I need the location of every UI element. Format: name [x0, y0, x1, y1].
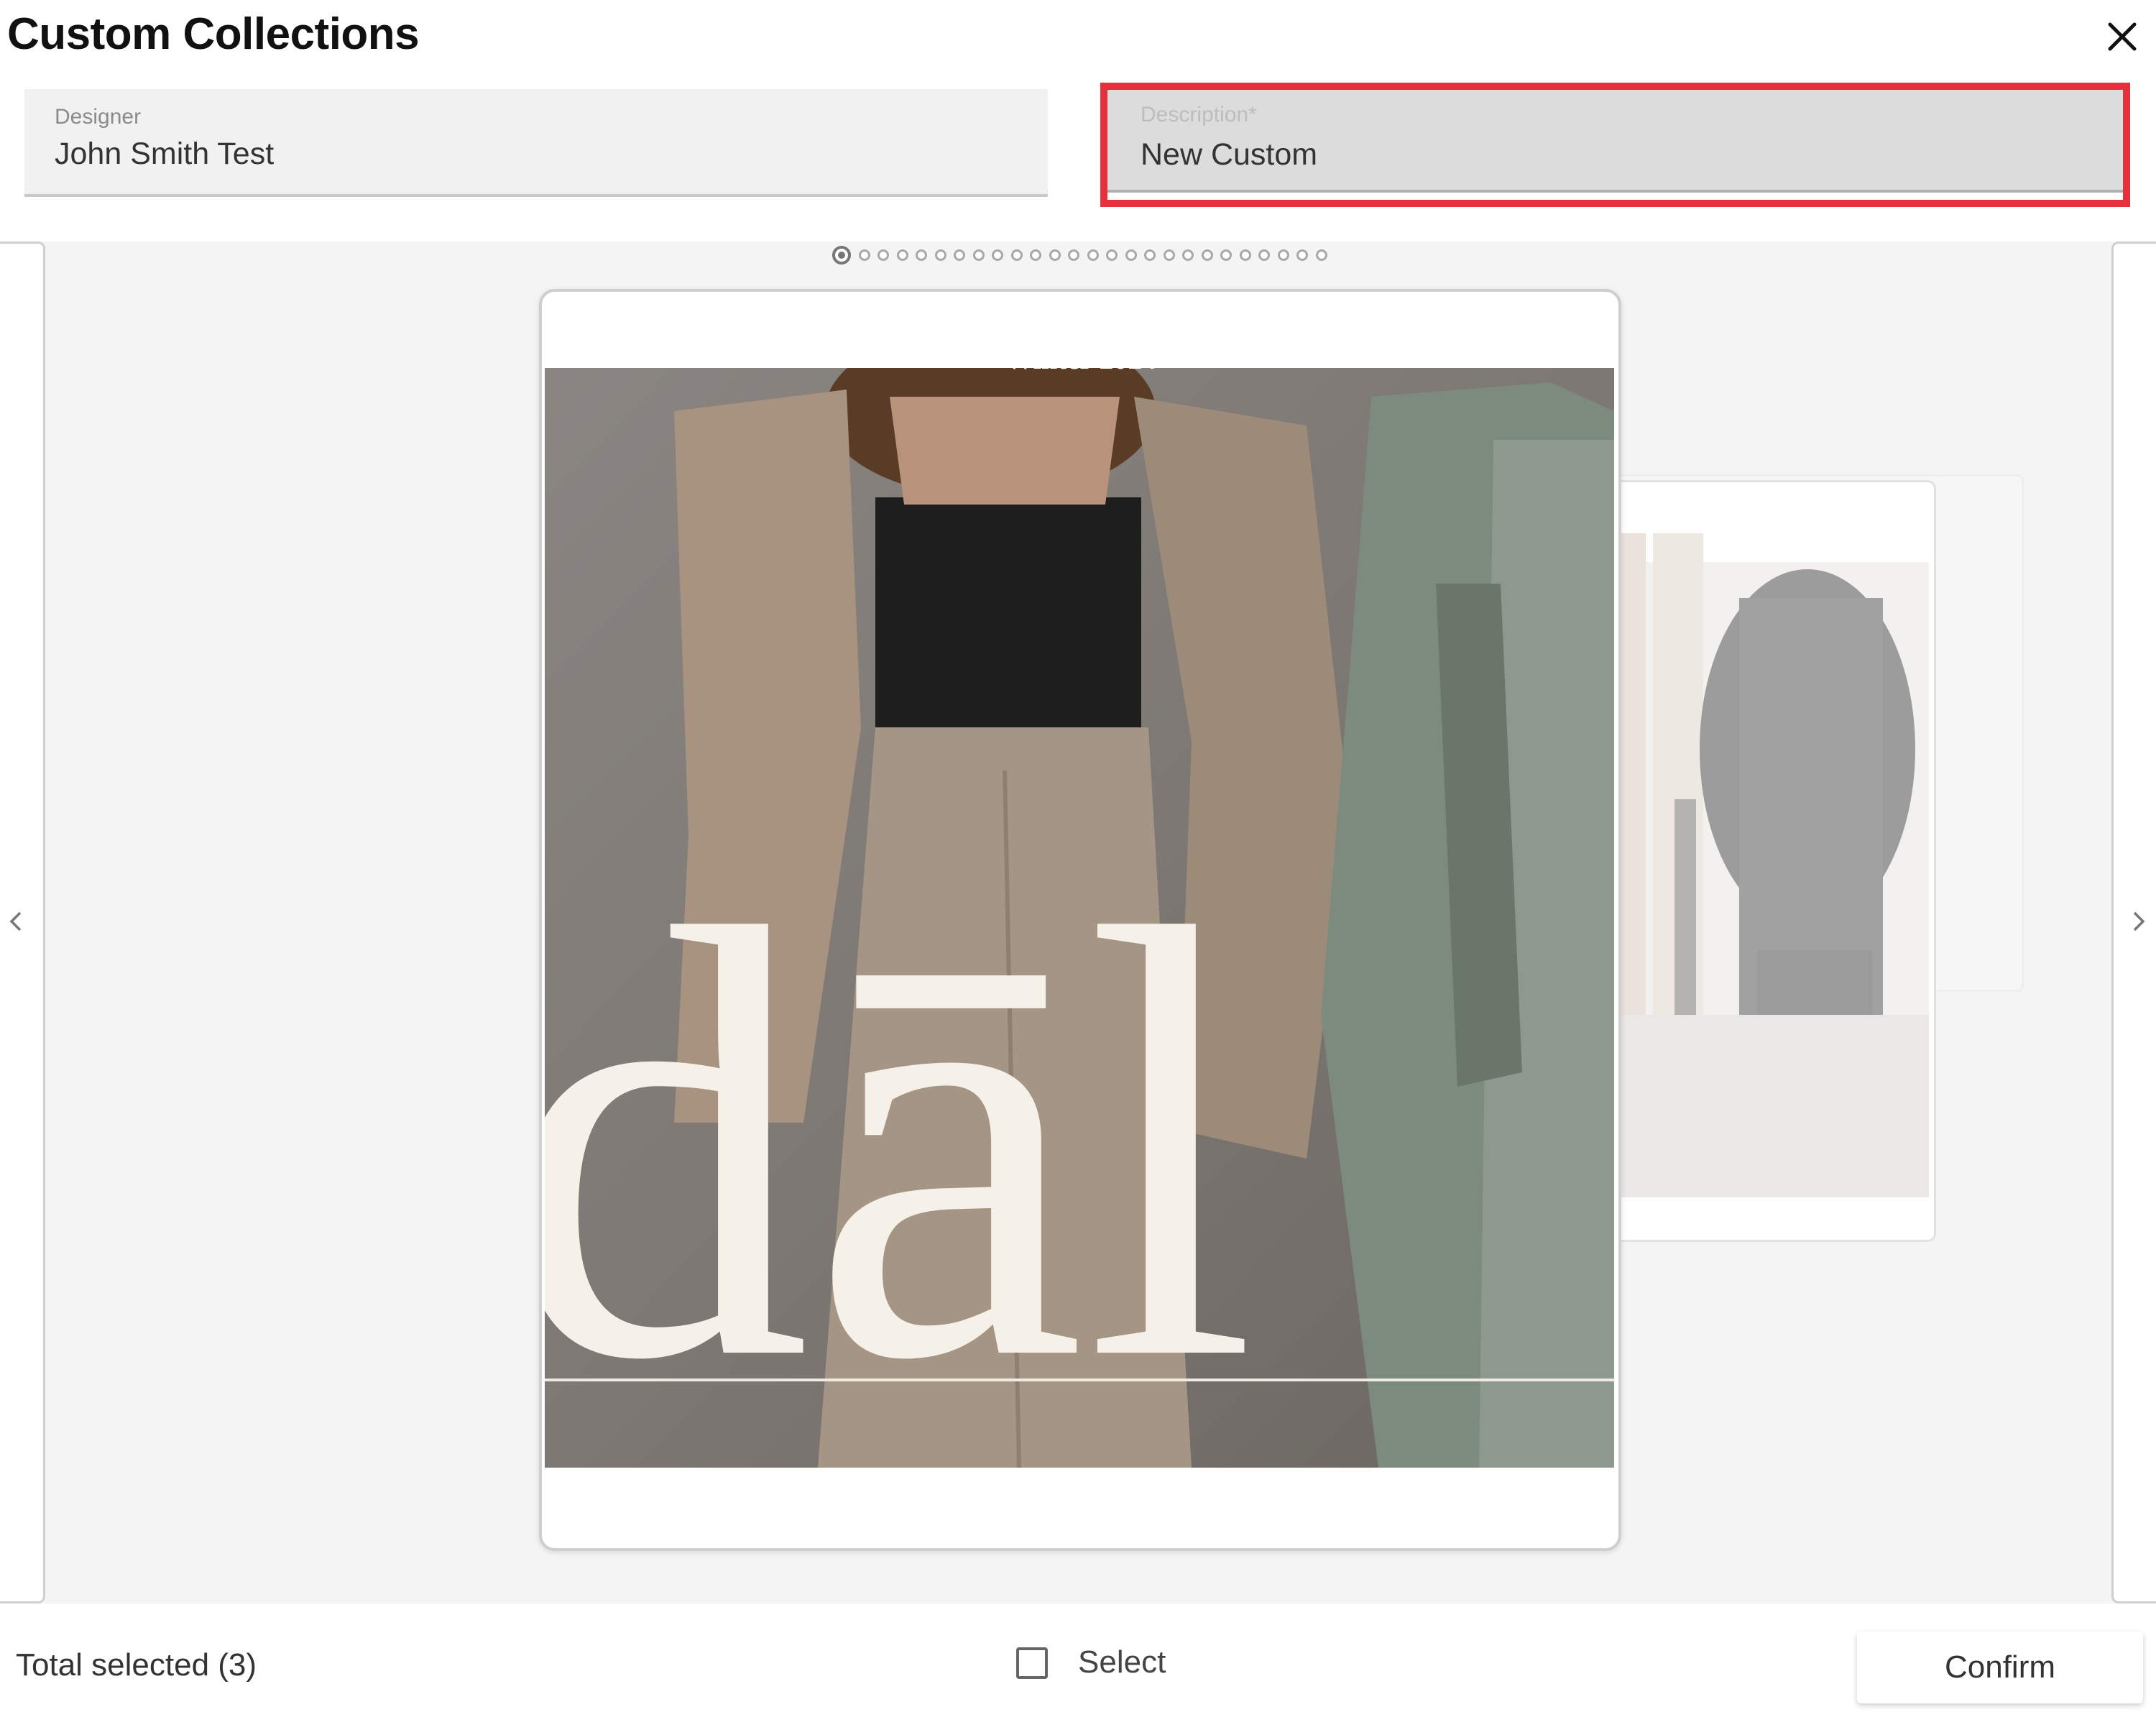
designer-label: Designer [55, 105, 142, 129]
carousel-dot[interactable] [1144, 249, 1156, 261]
carousel-dot[interactable] [1010, 249, 1023, 261]
collection-caption: Winter 2024 [1005, 343, 1157, 375]
select-checkbox[interactable] [1016, 1647, 1048, 1679]
carousel-dot[interactable] [1315, 249, 1327, 261]
carousel-dot[interactable] [1220, 249, 1232, 261]
close-icon [2108, 22, 2137, 51]
carousel-dot[interactable] [877, 249, 889, 261]
close-button[interactable] [2104, 19, 2140, 55]
previous-button[interactable] [1, 900, 30, 943]
carousel-dot[interactable] [1182, 249, 1194, 261]
carousel-pagination [832, 244, 1335, 266]
chevron-left-icon [9, 911, 22, 931]
designer-field[interactable]: Designer John Smith Test [24, 89, 1048, 197]
next-collection-image [1588, 512, 1929, 1197]
total-selected-label: Total selected (3) [16, 1647, 257, 1683]
carousel-dot[interactable] [972, 249, 985, 261]
dialog-title: Custom Collections [7, 9, 420, 59]
carousel-dot[interactable] [1125, 249, 1137, 261]
confirm-button[interactable]: Confirm [1857, 1632, 2143, 1703]
svg-text:dāl: dāl [545, 803, 1257, 1468]
collection-cover-image: dāl [545, 368, 1614, 1468]
carousel-dot[interactable] [1087, 249, 1099, 261]
next-button[interactable] [2124, 900, 2153, 943]
carousel-dot[interactable] [1163, 249, 1175, 261]
description-label: Description* [1141, 103, 1257, 126]
carousel-dot[interactable] [896, 249, 908, 261]
carousel-dot[interactable] [1049, 249, 1061, 261]
carousel-dot[interactable] [1201, 249, 1213, 261]
carousel-dot[interactable] [1068, 249, 1079, 261]
description-field[interactable]: Description* New Custom [1107, 90, 2123, 193]
chevron-right-icon [2133, 911, 2145, 931]
carousel-dot[interactable] [934, 249, 946, 261]
carousel-dot[interactable] [1106, 249, 1118, 261]
carousel-dot[interactable] [1239, 249, 1251, 261]
designer-value: John Smith Test [55, 137, 275, 171]
carousel-dot[interactable] [1258, 249, 1270, 261]
carousel-dot[interactable] [916, 249, 927, 261]
carousel-dot[interactable] [1030, 249, 1041, 261]
carousel-dot[interactable] [858, 249, 870, 261]
select-label[interactable]: Select [1078, 1644, 1166, 1680]
carousel-dot[interactable] [954, 249, 965, 261]
carousel-dot[interactable] [1277, 249, 1289, 261]
description-input[interactable]: New Custom [1141, 137, 1317, 172]
carousel-dot[interactable] [992, 249, 1003, 261]
carousel-dot[interactable] [832, 246, 851, 264]
carousel-dot[interactable] [1296, 249, 1308, 261]
